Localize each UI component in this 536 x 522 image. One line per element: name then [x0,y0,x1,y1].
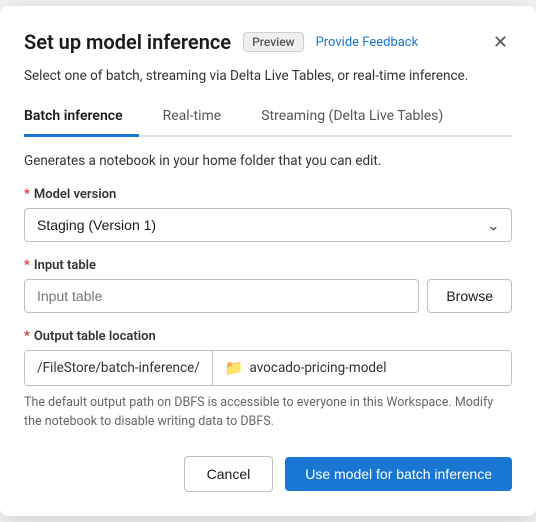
subtitle: Select one of batch, streaming via Delta… [24,68,512,84]
required-star-2: * [24,258,30,273]
output-path: /FileStore/batch-inference/ [25,351,213,385]
input-table-field: * Input table Browse [24,258,512,313]
model-version-label: * Model version [24,187,512,202]
folder-icon: 📁 [225,359,244,377]
input-table-label-text: Input table [34,258,96,273]
modal: Set up model inference Preview Provide F… [0,6,536,516]
submit-button[interactable]: Use model for batch inference [285,457,512,491]
modal-title: Set up model inference [24,30,231,54]
model-version-field: * Model version Staging (Version 1) ⌄ [24,187,512,242]
output-path-row: /FileStore/batch-inference/ 📁 avocado-pr… [24,350,512,386]
model-version-label-text: Model version [34,187,116,202]
model-version-select-wrapper: Staging (Version 1) ⌄ [24,208,512,242]
required-star-1: * [24,187,30,202]
tab-streaming[interactable]: Streaming (Delta Live Tables) [261,100,459,137]
output-table-field: * Output table location /FileStore/batch… [24,329,512,432]
feedback-link[interactable]: Provide Feedback [316,35,419,50]
output-table-label: * Output table location [24,329,512,344]
model-version-select[interactable]: Staging (Version 1) [24,208,512,242]
output-hint: The default output path on DBFS is acces… [24,394,512,432]
input-table-input[interactable] [24,279,419,313]
preview-badge: Preview [243,32,304,52]
input-table-row: Browse [24,279,512,313]
browse-button[interactable]: Browse [427,279,512,313]
required-star-3: * [24,329,30,344]
tab-real-time[interactable]: Real-time [163,100,238,137]
tab-description: Generates a notebook in your home folder… [24,153,512,169]
cancel-button[interactable]: Cancel [184,456,274,492]
tab-batch-inference[interactable]: Batch inference [24,100,139,137]
modal-header: Set up model inference Preview Provide F… [24,30,512,54]
output-model-name: avocado-pricing-model [250,360,387,376]
output-table-label-text: Output table location [34,329,156,344]
input-table-label: * Input table [24,258,512,273]
footer: Cancel Use model for batch inference [24,456,512,492]
output-model: 📁 avocado-pricing-model [213,351,511,385]
close-button[interactable]: ✕ [489,31,512,53]
tabs: Batch inference Real-time Streaming (Del… [24,100,512,137]
